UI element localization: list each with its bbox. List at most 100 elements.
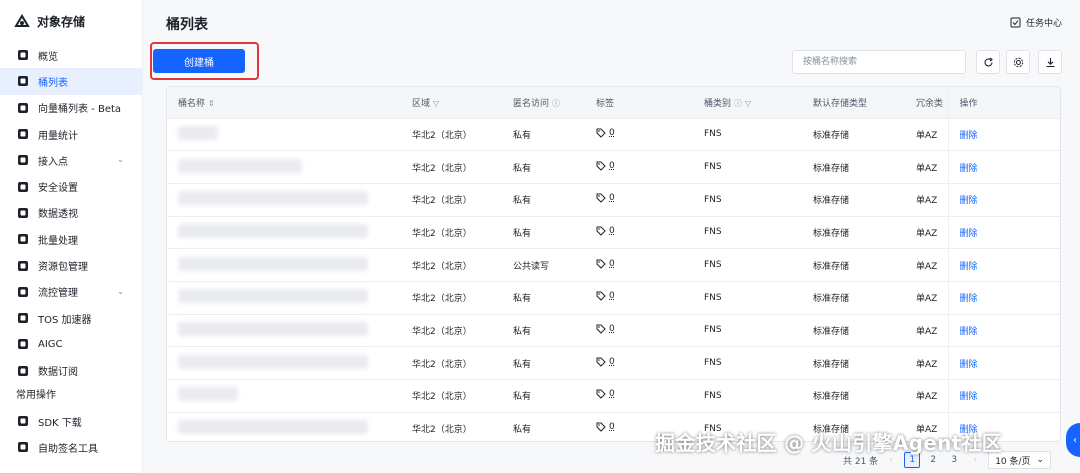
redacted-name — [178, 321, 368, 336]
sidebar-item-3[interactable]: 用量统计 — [0, 121, 142, 147]
delete-link[interactable]: 删除 — [960, 262, 978, 272]
tag-cell[interactable]: 0 — [585, 281, 693, 314]
bucket-name-cell[interactable] — [167, 216, 401, 249]
filter-icon[interactable]: ▽ — [433, 99, 439, 108]
create-bucket-button[interactable]: 创建桶 — [153, 49, 245, 73]
filter-icon[interactable]: ▽ — [745, 99, 751, 108]
refresh-button[interactable] — [976, 50, 1000, 74]
col-operation: 操作 — [947, 87, 1060, 118]
delete-link[interactable]: 删除 — [960, 164, 978, 174]
brand-title: 对象存储 — [37, 14, 86, 29]
delete-link[interactable]: 删除 — [960, 392, 978, 402]
bucket-name-cell[interactable] — [167, 281, 401, 314]
col-name[interactable]: 桶名称 ⇕ — [167, 87, 401, 118]
type-cell: FNS — [704, 227, 722, 238]
anon-access-cell: 私有 — [513, 326, 532, 337]
sidebar-item-10[interactable]: TOS 加速器 — [0, 305, 142, 331]
storage-cell: 标准存储 — [813, 163, 850, 174]
sidebar-item-1[interactable]: 桶列表 — [0, 68, 142, 95]
sidebar-tool-1[interactable]: 自助签名工具 — [0, 434, 142, 460]
tag-cell[interactable]: 0 — [585, 249, 693, 282]
storage-cell: 标准存储 — [813, 359, 850, 370]
sidebar-item-label: 接入点 — [38, 156, 68, 168]
download-button[interactable] — [1038, 50, 1062, 74]
operation-cell: 删除 — [947, 216, 1060, 249]
bucket-name-cell[interactable] — [167, 347, 401, 380]
delete-link[interactable]: 删除 — [960, 131, 978, 141]
tag-cell[interactable]: 0 — [585, 216, 693, 249]
table-header: 桶名称 ⇕ 区域 ▽ 匿名访问 ⓘ 标签 桶类别 ⓘ ▽ 默认存储类型 冗余类 操作 — [167, 87, 1060, 118]
bucket-name-cell[interactable] — [167, 183, 401, 216]
sidebar-item-label: 资源包管理 — [38, 262, 88, 274]
sidebar-tool-0[interactable]: SDK 下载 — [0, 408, 142, 434]
sidebar-item-12[interactable]: 数据订阅 — [0, 358, 142, 384]
sidebar-item-label: 用量统计 — [38, 130, 78, 142]
bucket-name-cell[interactable] — [167, 118, 401, 151]
bucket-name-cell[interactable] — [167, 380, 401, 413]
tag-icon — [596, 291, 606, 301]
table-row: 华北2（北京） 私有 0 FNS 标准存储 单AZ 删除 — [167, 150, 1060, 184]
delete-link[interactable]: 删除 — [960, 360, 978, 370]
signature-icon — [16, 440, 30, 454]
tag-cell[interactable]: 0 — [585, 380, 693, 413]
tag-icon — [596, 389, 606, 400]
bucket-name-cell[interactable] — [167, 412, 401, 441]
sidebar-item-label: TOS 加速器 — [38, 314, 92, 326]
sidebar-item-6[interactable]: 数据透视 — [0, 200, 142, 226]
type-cell: FNS — [704, 162, 722, 173]
vector-bucket-icon — [16, 101, 30, 115]
delete-link[interactable]: 删除 — [960, 294, 978, 304]
help-icon[interactable]: ⓘ — [552, 98, 560, 109]
redundancy-cell: 单AZ — [916, 392, 938, 403]
settings-button[interactable] — [1006, 50, 1030, 74]
gear-icon — [1013, 57, 1023, 67]
task-center-link[interactable]: 任务中心 — [1010, 16, 1062, 29]
bucket-name-cell[interactable] — [167, 151, 401, 184]
type-cell: FNS — [704, 260, 722, 271]
sort-icon[interactable]: ⇕ — [208, 99, 215, 108]
sidebar-item-label: 流控管理 — [38, 288, 78, 300]
redacted-name — [178, 289, 368, 304]
sidebar-section-title: 常用操作 — [16, 389, 56, 401]
tag-cell[interactable]: 0 — [585, 151, 693, 184]
redacted-name — [178, 420, 368, 435]
sidebar-item-5[interactable]: 安全设置 — [0, 173, 142, 199]
sidebar-item-label: 批量处理 — [38, 235, 78, 247]
bucket-search-input[interactable] — [792, 50, 966, 74]
storage-cell: 标准存储 — [813, 130, 850, 141]
chevron-down-icon: ⌄ — [117, 155, 124, 165]
help-icon[interactable]: ⓘ — [734, 98, 742, 109]
sidebar-item-8[interactable]: 资源包管理 — [0, 252, 142, 278]
tag-cell[interactable]: 0 — [585, 183, 693, 216]
region-cell: 华北2（北京） — [412, 326, 472, 337]
redundancy-cell: 单AZ — [916, 130, 938, 141]
storage-cell: 标准存储 — [813, 196, 850, 207]
tag-icon — [596, 357, 606, 367]
sidebar-item-11[interactable]: AIGC — [0, 331, 142, 357]
sidebar: 对象存储 概览桶列表 向量桶列表 - Beta 用量统计接入点 ⌄ 安全设置 数据透视批量… — [0, 0, 143, 473]
sidebar-item-0[interactable]: 概览 — [0, 42, 142, 68]
bucket-name-cell[interactable] — [167, 249, 401, 282]
redacted-name — [178, 158, 302, 173]
tag-icon — [596, 226, 606, 236]
tag-cell[interactable]: 0 — [585, 118, 693, 151]
delete-link[interactable]: 删除 — [960, 196, 978, 206]
bucket-name-cell[interactable] — [167, 314, 401, 347]
delete-link[interactable]: 删除 — [960, 327, 978, 337]
region-cell: 华北2（北京） — [412, 228, 472, 239]
tag-cell[interactable]: 0 — [585, 314, 693, 347]
sidebar-item-2[interactable]: 向量桶列表 - Beta — [0, 95, 142, 121]
sidebar-item-4[interactable]: 接入点 ⌄ — [0, 147, 142, 173]
sidebar-item-label: 概览 — [38, 51, 58, 63]
sidebar-item-7[interactable]: 批量处理 — [0, 226, 142, 252]
region-cell: 华北2（北京） — [412, 130, 472, 141]
type-cell: FNS — [704, 358, 722, 369]
sidebar-item-9[interactable]: 流控管理 ⌄ — [0, 279, 142, 305]
tag-cell[interactable]: 0 — [585, 347, 693, 380]
redundancy-cell: 单AZ — [916, 261, 938, 272]
main-content: 桶列表 任务中心 创建桶 桶名称⇕ 区域▽ 匿名访问ⓘ 标签 桶类别ⓘ — [143, 0, 1080, 473]
delete-link[interactable]: 删除 — [960, 229, 978, 239]
tag-icon — [596, 259, 606, 269]
redundancy-cell: 单AZ — [916, 196, 938, 207]
anon-access-cell: 私有 — [513, 392, 532, 403]
